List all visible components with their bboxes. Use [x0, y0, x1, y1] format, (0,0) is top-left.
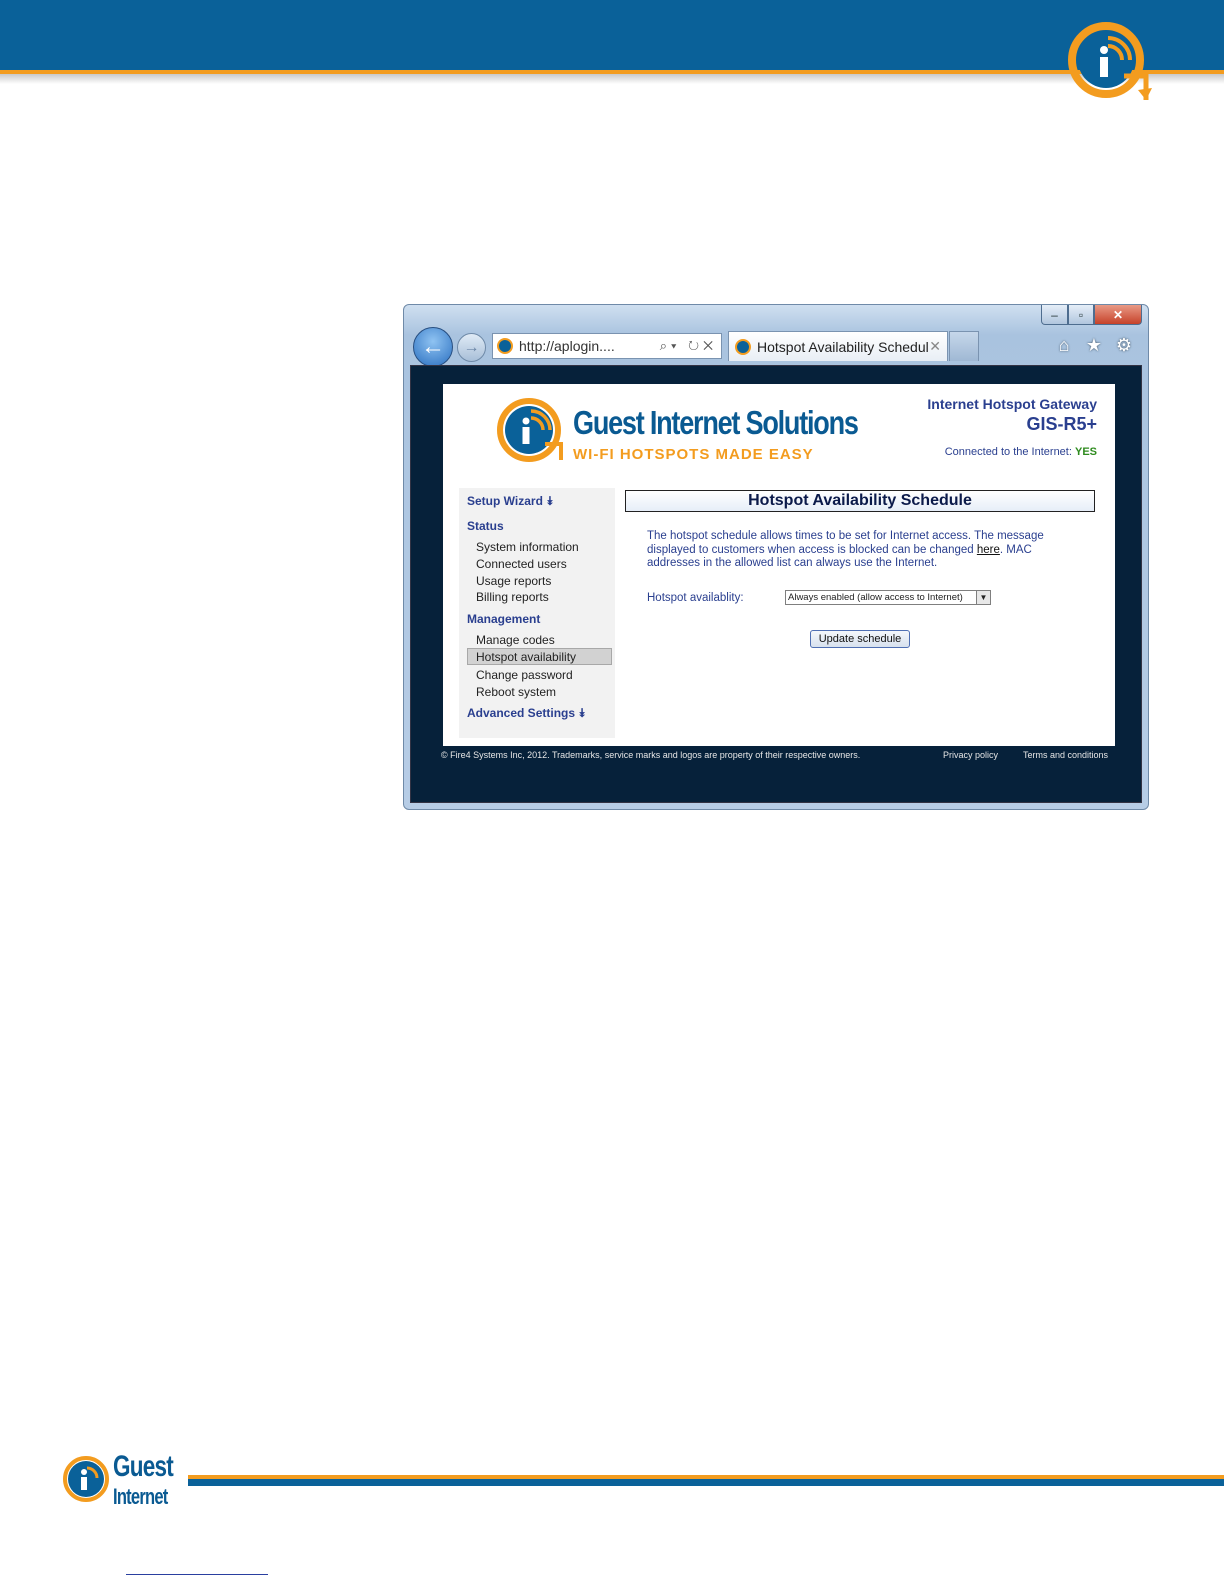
sidebar: Setup Wizard ⯯ Status System information… [459, 488, 615, 738]
availability-select[interactable]: Always enabled (allow access to Internet… [785, 590, 991, 605]
product-model: GIS-R5+ [1026, 414, 1097, 434]
availability-value: Always enabled (allow access to Internet… [788, 592, 963, 603]
sidebar-heading-status: Status [467, 519, 504, 533]
sidebar-advanced-settings[interactable]: Advanced Settings ⯯ [467, 706, 586, 721]
connection-value: YES [1074, 446, 1097, 458]
site-name: Guest Internet Solutions [573, 404, 859, 441]
dropdown-arrow-icon[interactable]: ▼ [976, 591, 990, 604]
sidebar-heading-management: Management [467, 612, 541, 626]
star-icon[interactable]: ★ [1084, 335, 1104, 356]
new-tab-button[interactable] [949, 331, 979, 361]
sidebar-item-billing-reports[interactable]: Billing reports [476, 590, 549, 604]
tab-title: Hotspot Availability Schedule [757, 338, 930, 355]
page-title: Hotspot Availability Schedule [625, 490, 1095, 512]
back-button[interactable]: ← [413, 327, 453, 367]
address-bar[interactable]: http://aplogin.... ⌕▾ ↻✕ [492, 333, 722, 359]
sidebar-item-reboot-system[interactable]: Reboot system [476, 685, 556, 699]
minimize-button[interactable]: ‒ [1041, 305, 1068, 325]
tab-hotspot-schedule[interactable]: Hotspot Availability Schedule ✕ [728, 331, 948, 361]
gear-icon[interactable]: ⚙ [1114, 335, 1134, 356]
bottom-logo-icon [63, 1456, 109, 1502]
sidebar-setup-wizard[interactable]: Setup Wizard ⯯ [467, 494, 553, 509]
blocked-message-link[interactable]: here [977, 544, 1000, 556]
tab-close-icon[interactable]: ✕ [929, 338, 947, 355]
sidebar-item-manage-codes[interactable]: Manage codes [476, 633, 555, 647]
site-logo-icon [497, 398, 563, 462]
sidebar-item-change-password[interactable]: Change password [476, 668, 573, 682]
footer-underline [126, 1574, 268, 1575]
connection-label: Connected to the Internet: [944, 446, 1072, 458]
window-controls: ‒ ▫ ✕ [1041, 305, 1142, 325]
forward-button[interactable]: → [457, 333, 486, 362]
home-icon[interactable]: ⌂ [1054, 335, 1074, 356]
connection-status: Connected to the Internet: YES [945, 446, 1097, 458]
terms-link[interactable]: Terms and conditions [1023, 750, 1108, 760]
sidebar-item-connected-users[interactable]: Connected users [476, 557, 567, 571]
sidebar-item-system-information[interactable]: System information [476, 540, 579, 554]
footer-copyright: © Fire4 Systems Inc, 2012. Trademarks, s… [441, 750, 861, 760]
footer-stripe-blue [188, 1479, 1224, 1486]
browser-toolbar: ⌂ ★ ⚙ [1054, 335, 1134, 356]
product-line: Internet Hotspot Gateway [927, 396, 1097, 412]
bottom-logo-word-guest: Guest [113, 1450, 174, 1483]
privacy-policy-link[interactable]: Privacy policy [943, 750, 998, 760]
schedule-description: The hotspot schedule allows times to be … [647, 530, 1067, 571]
sidebar-item-hotspot-availability[interactable]: Hotspot availability [476, 650, 576, 664]
arrow-left-icon: ← [421, 333, 445, 360]
arrow-right-icon: → [463, 338, 480, 356]
web-page: Guest Internet Solutions WI-FI HOTSPOTS … [443, 384, 1115, 746]
maximize-button[interactable]: ▫ [1068, 305, 1094, 325]
address-text: http://aplogin.... [519, 338, 615, 354]
sidebar-item-usage-reports[interactable]: Usage reports [476, 574, 551, 588]
gis-logo-icon [1068, 22, 1152, 100]
site-tagline: WI-FI HOTSPOTS MADE EASY [573, 446, 814, 463]
browser-content: Guest Internet Solutions WI-FI HOTSPOTS … [410, 365, 1142, 803]
header-shadow [0, 74, 1224, 84]
close-window-button[interactable]: ✕ [1094, 305, 1142, 325]
availability-label: Hotspot availablity: [647, 592, 744, 604]
tab-favicon-icon [735, 338, 751, 355]
browser-window: ‒ ▫ ✕ ← → http://aplogin.... ⌕▾ ↻✕ Hotsp… [403, 304, 1149, 810]
bottom-logo-word-internet: Internet [113, 1484, 168, 1509]
update-schedule-button[interactable]: Update schedule [810, 630, 910, 648]
favicon-icon [497, 338, 513, 354]
header-banner [0, 0, 1224, 70]
address-bar-icons[interactable]: ⌕▾ ↻✕ [660, 338, 721, 354]
